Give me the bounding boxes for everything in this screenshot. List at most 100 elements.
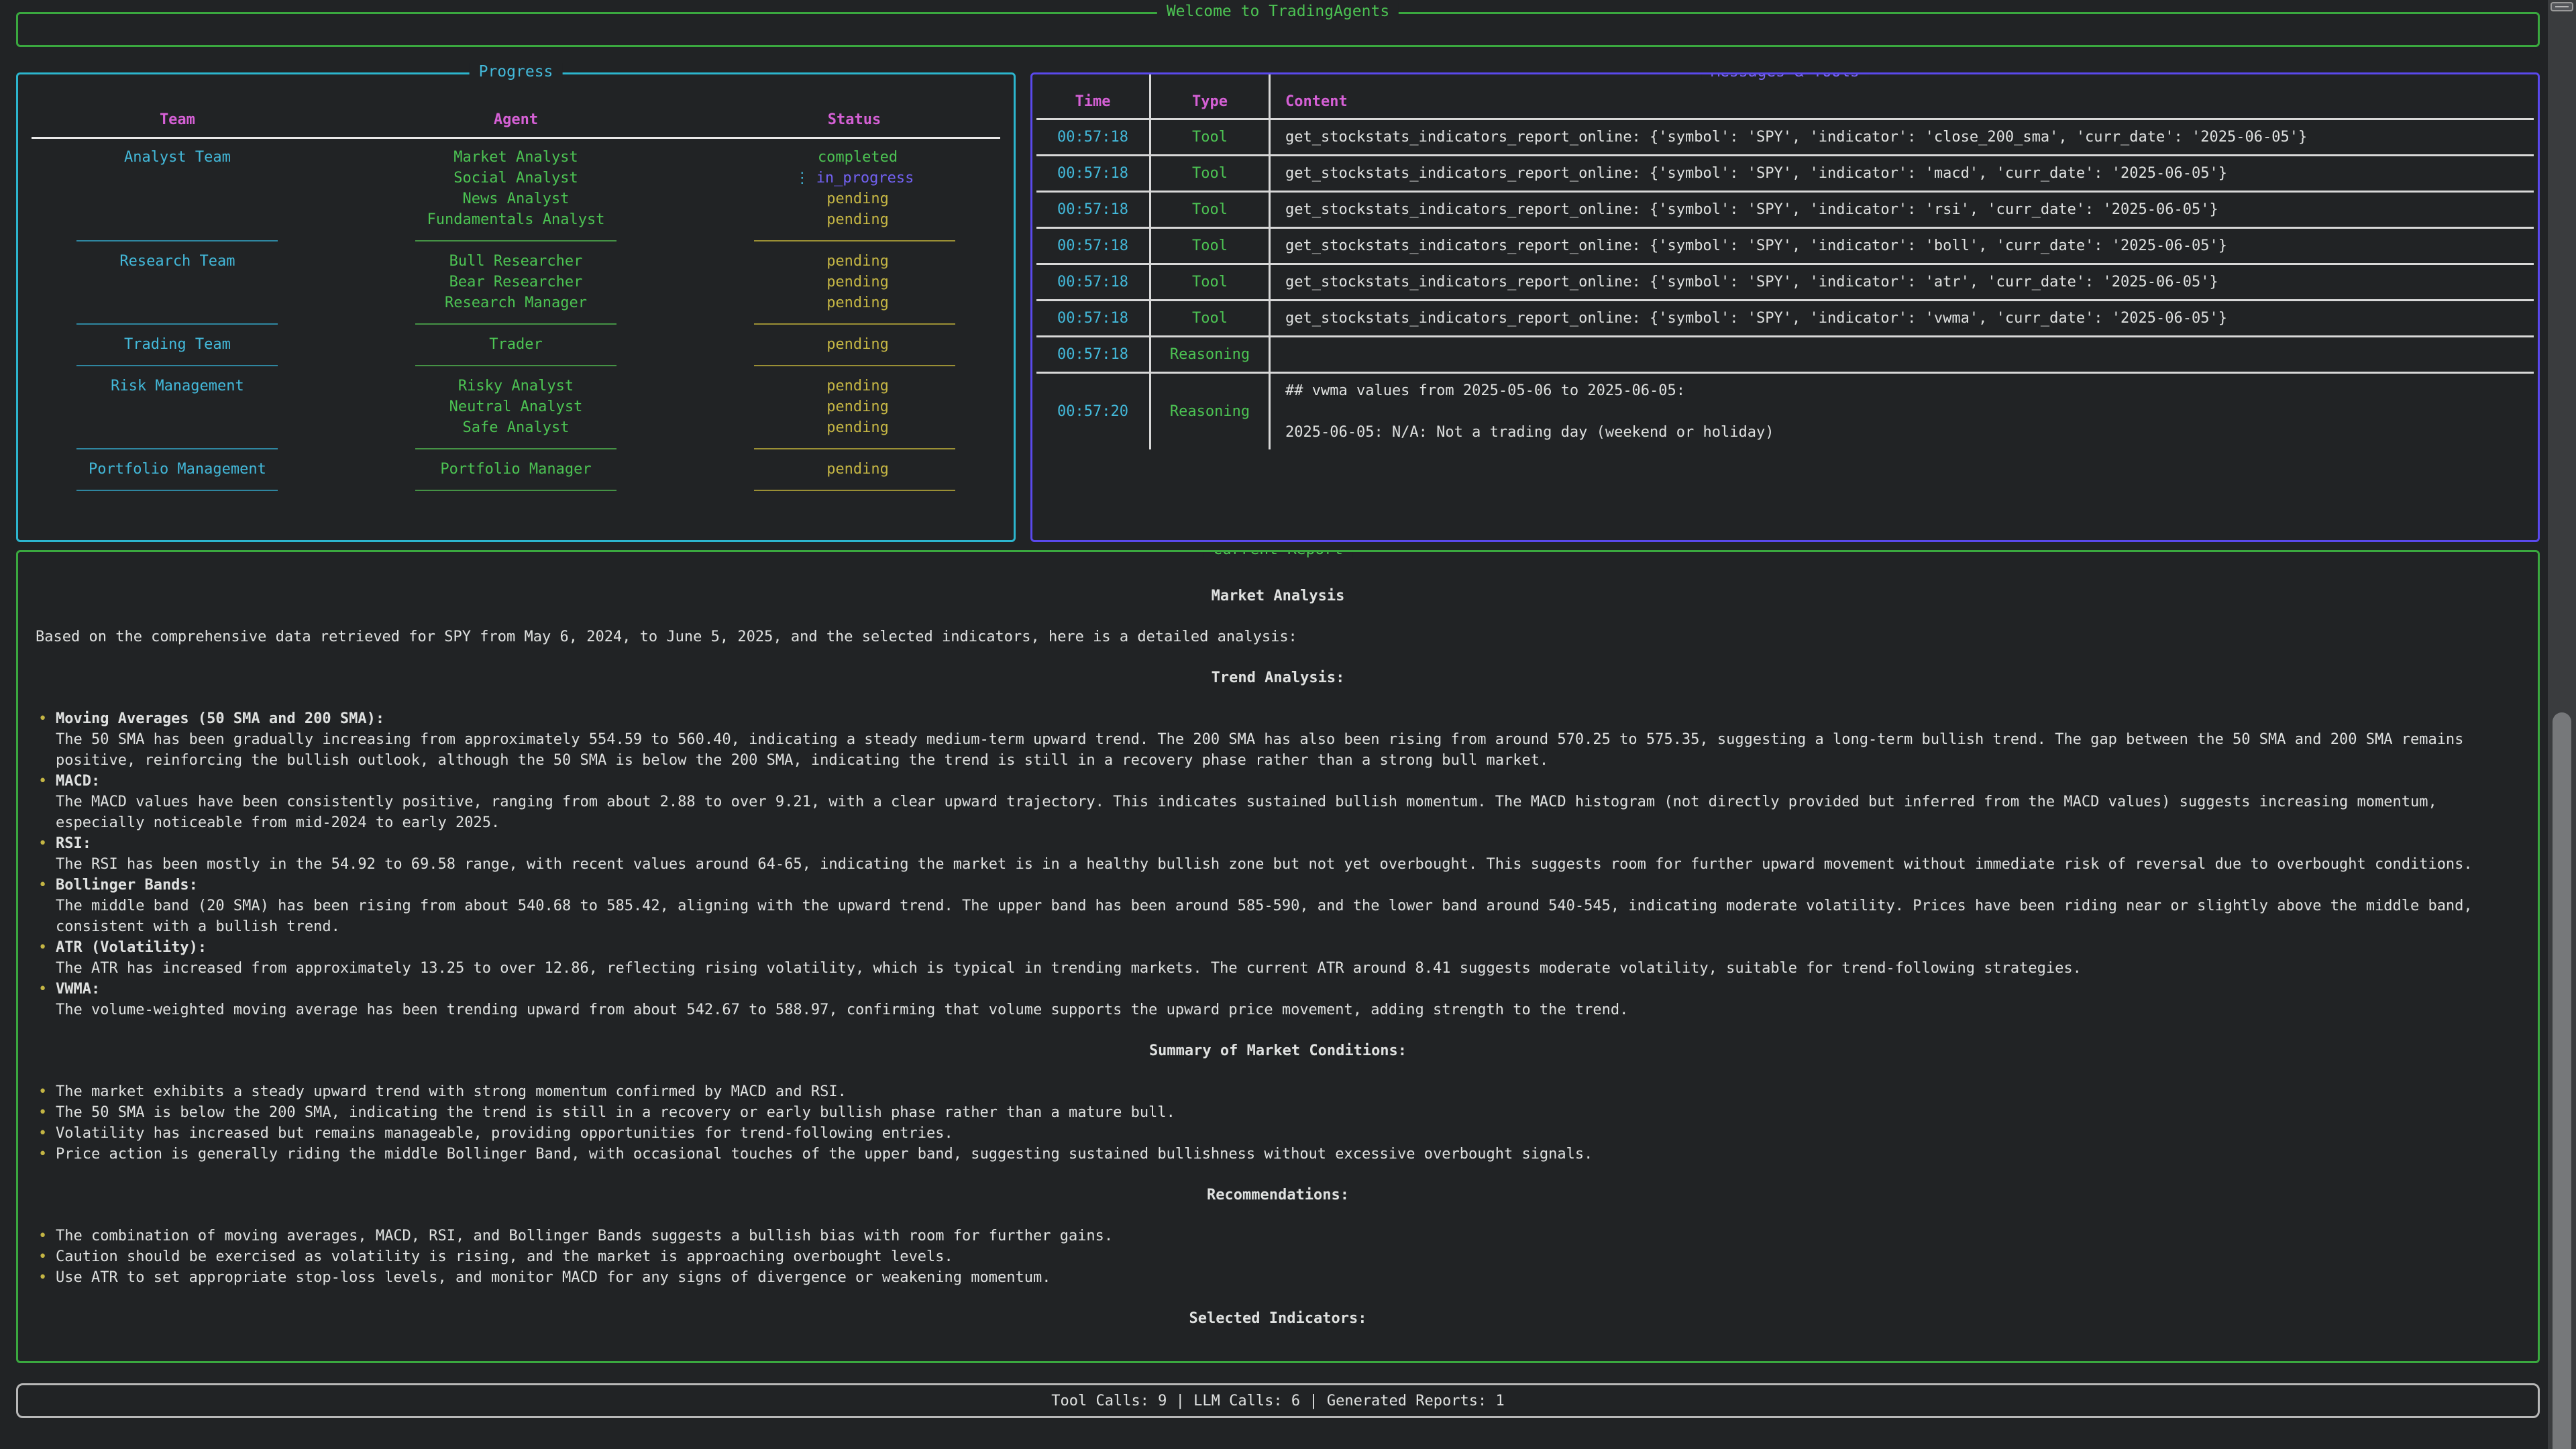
message-time: 00:57:18 [1036, 156, 1149, 191]
status-label: pending [826, 417, 889, 438]
message-type: Tool [1149, 120, 1269, 154]
report-intro: Based on the comprehensive data retrieve… [36, 627, 2520, 647]
progress-status-cell: pending [695, 209, 1014, 230]
status-label: pending [826, 251, 889, 272]
progress-status-cell: pending [695, 334, 1014, 355]
progress-team-cell [18, 292, 337, 313]
messages-table-body: 00:57:18 Tool get_stockstats_indicators_… [1036, 120, 2534, 449]
progress-team-section: Trading Team Trader pending [18, 334, 1014, 376]
message-time: 00:57:18 [1036, 265, 1149, 299]
message-type: Reasoning [1149, 337, 1269, 372]
bullet-text: The volume-weighted moving average has b… [56, 1000, 2520, 1020]
bullet-text: Caution should be exercised as volatilit… [56, 1246, 2520, 1267]
progress-agent-cell: News Analyst [337, 189, 695, 209]
message-type: Tool [1149, 265, 1269, 299]
main-column: Welcome to TradingAgents Progress Team A… [16, 0, 2540, 1418]
message-time: 00:57:18 [1036, 229, 1149, 263]
report-bullet: Bollinger Bands: The middle band (20 SMA… [36, 875, 2520, 937]
report-bullet: VWMA: The volume-weighted moving average… [36, 979, 2520, 1020]
message-row: 00:57:18 Tool get_stockstats_indicators_… [1036, 120, 2534, 156]
report-bullet: Moving Averages (50 SMA and 200 SMA): Th… [36, 708, 2520, 771]
bullet-term: VWMA: [56, 979, 2520, 1000]
messages-table: Time Type Content 00:57:18 Tool get_stoc… [1036, 74, 2534, 449]
report-bullet: Caution should be exercised as volatilit… [36, 1246, 2520, 1267]
progress-row: Analyst Team Market Analyst completed [18, 147, 1014, 168]
message-row: 00:57:20 Reasoning ## vwma values from 2… [1036, 374, 2534, 449]
progress-status-cell: pending [695, 292, 1014, 313]
middle-row: Progress Team Agent Status Analyst Team … [16, 72, 2540, 542]
messages-col-content: Content [1269, 74, 2534, 118]
message-row: 00:57:18 Tool get_stockstats_indicators_… [1036, 229, 2534, 265]
report-bullet-list: The market exhibits a steady upward tren… [36, 1081, 2520, 1165]
progress-status-cell: pending [695, 251, 1014, 272]
progress-team-cell: Analyst Team [18, 147, 337, 168]
progress-row: Social Analyst ⋮ in_progress [18, 168, 1014, 189]
bullet-text: Volatility has increased but remains man… [56, 1123, 2520, 1144]
report-bullet: The combination of moving averages, MACD… [36, 1226, 2520, 1246]
status-label: pending [826, 396, 889, 417]
progress-agent-cell: Safe Analyst [337, 417, 695, 438]
report-bullet: RSI: The RSI has been mostly in the 54.9… [36, 833, 2520, 875]
progress-team-cell [18, 209, 337, 230]
status-label: pending [826, 189, 889, 209]
progress-table-body: Analyst Team Market Analyst completed So… [18, 147, 1014, 500]
progress-panel-title: Progress [470, 63, 563, 80]
messages-panel: Messages & Tools Time Type Content 00:57… [1030, 72, 2540, 542]
progress-header-rule [32, 137, 1000, 139]
status-label: completed [818, 147, 898, 168]
messages-col-type: Type [1149, 74, 1269, 118]
scrollbar[interactable] [2548, 0, 2576, 1449]
message-time: 00:57:18 [1036, 337, 1149, 372]
bullet-text: The MACD values have been consistently p… [56, 792, 2520, 833]
report-bullet-list: The combination of moving averages, MACD… [36, 1226, 2520, 1288]
bullet-text: The middle band (20 SMA) has been rising… [56, 896, 2520, 937]
progress-section-separator [18, 480, 1014, 500]
bullet-term: ATR (Volatility): [56, 937, 2520, 958]
messages-panel-title: Messages & Tools [1701, 72, 1869, 80]
message-type: Tool [1149, 156, 1269, 191]
stats-bar: Tool Calls: 9 | LLM Calls: 6 | Generated… [16, 1383, 2540, 1418]
progress-panel: Progress Team Agent Status Analyst Team … [16, 72, 1016, 542]
progress-team-cell [18, 272, 337, 292]
report-main-heading: Market Analysis [36, 586, 2520, 606]
report-bullet: The 50 SMA is below the 200 SMA, indicat… [36, 1102, 2520, 1123]
progress-section-rows: Analyst Team Market Analyst completed So… [18, 147, 1014, 230]
progress-col-agent: Agent [337, 109, 695, 130]
report-body: Market Analysis Based on the comprehensi… [18, 552, 2538, 1356]
progress-section-separator [18, 230, 1014, 251]
app-root: Welcome to TradingAgents Progress Team A… [0, 0, 2576, 1449]
bullet-text: The combination of moving averages, MACD… [56, 1226, 2520, 1246]
progress-section-separator [18, 355, 1014, 376]
progress-status-cell: pending [695, 396, 1014, 417]
progress-section-rows: Portfolio Management Portfolio Manager p… [18, 459, 1014, 480]
progress-status-cell: completed [695, 147, 1014, 168]
report-section-heading: Trend Analysis: [36, 667, 2520, 688]
message-row: 00:57:18 Tool get_stockstats_indicators_… [1036, 193, 2534, 229]
spinner-icon: ⋮ [795, 168, 810, 189]
message-content [1269, 337, 2534, 372]
progress-team-cell [18, 168, 337, 189]
scrollbar-menu-button[interactable] [2551, 2, 2573, 11]
message-content: get_stockstats_indicators_report_online:… [1269, 156, 2534, 191]
progress-section-separator [18, 313, 1014, 334]
status-label: pending [826, 272, 889, 292]
report-bullet: Volatility has increased but remains man… [36, 1123, 2520, 1144]
report-section-heading: Recommendations: [36, 1185, 2520, 1205]
progress-status-cell: pending [695, 376, 1014, 396]
progress-row: Safe Analyst pending [18, 417, 1014, 438]
message-content: get_stockstats_indicators_report_online:… [1269, 193, 2534, 227]
progress-status-cell: pending [695, 189, 1014, 209]
scrollbar-thumb[interactable] [2553, 712, 2571, 1449]
progress-team-cell: Portfolio Management [18, 459, 337, 480]
progress-col-status: Status [695, 109, 1014, 130]
message-content: get_stockstats_indicators_report_online:… [1269, 229, 2534, 263]
bullet-term: Bollinger Bands: [56, 875, 2520, 896]
message-type: Tool [1149, 229, 1269, 263]
progress-row: Trading Team Trader pending [18, 334, 1014, 355]
progress-status-cell: pending [695, 459, 1014, 480]
bullet-text: Price action is generally riding the mid… [56, 1144, 2520, 1165]
progress-team-cell [18, 396, 337, 417]
message-content: get_stockstats_indicators_report_online:… [1269, 120, 2534, 154]
status-label: pending [826, 292, 889, 313]
progress-row: Risk Management Risky Analyst pending [18, 376, 1014, 396]
